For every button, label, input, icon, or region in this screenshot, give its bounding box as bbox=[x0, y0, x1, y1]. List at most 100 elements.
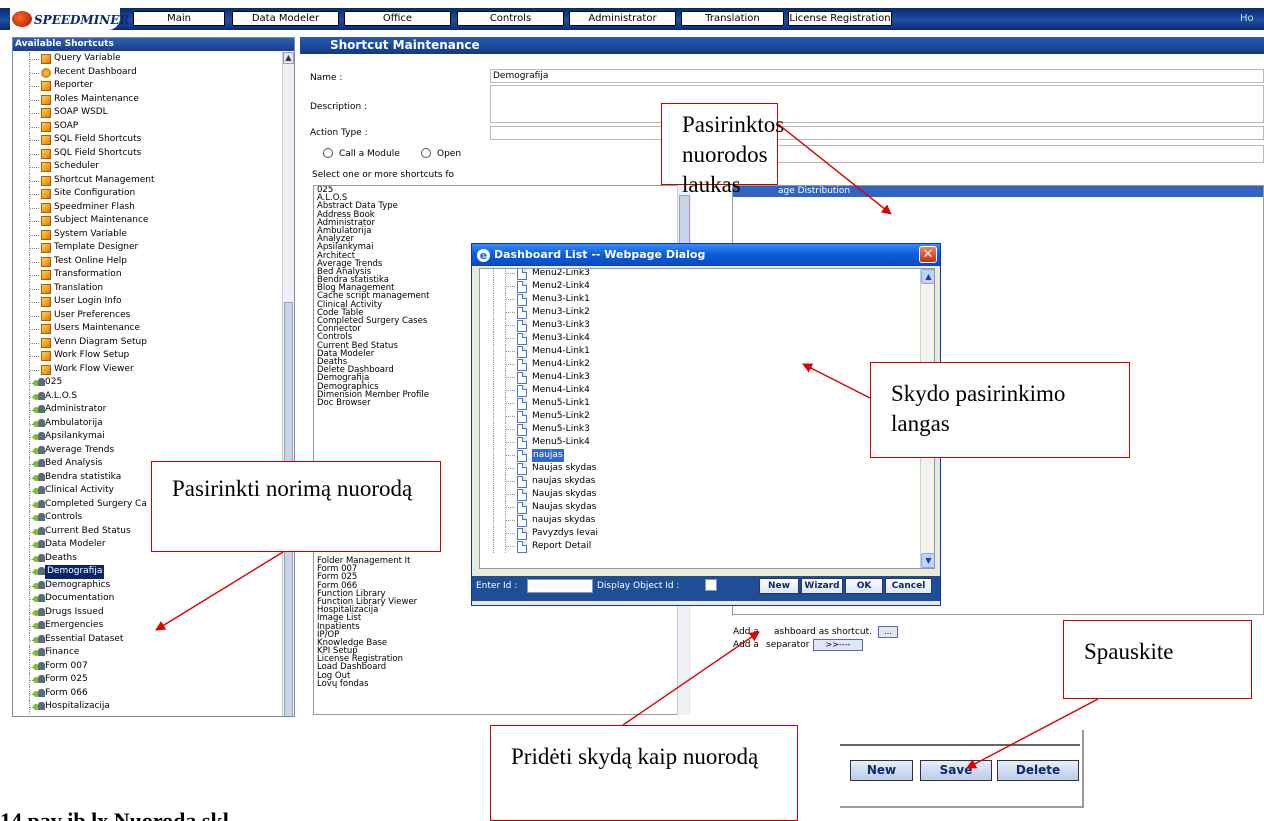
sidebar-item[interactable]: Documentation bbox=[13, 592, 283, 606]
shortcut-tree-scrollbar[interactable]: ▲ bbox=[282, 52, 294, 716]
dashboard-list-item[interactable]: Menu3-Link3 bbox=[480, 319, 918, 332]
sidebar-item[interactable]: User Preferences bbox=[13, 308, 283, 322]
dashboard-list-item[interactable]: naujas bbox=[480, 449, 918, 462]
sidebar-item[interactable]: SQL Field Shortcuts bbox=[13, 146, 283, 160]
sidebar-item[interactable]: 025 bbox=[13, 376, 283, 390]
scroll-up-icon[interactable]: ▲ bbox=[283, 52, 294, 64]
sidebar-item[interactable]: Administrator bbox=[13, 403, 283, 417]
sidebar-item[interactable]: Site Configuration bbox=[13, 187, 283, 201]
sidebar-item[interactable]: Scheduler bbox=[13, 160, 283, 174]
dashboard-list-item[interactable]: naujas skydas bbox=[480, 475, 918, 488]
enter-id-input[interactable] bbox=[527, 579, 593, 593]
dashboard-list-item[interactable]: Menu5-Link2 bbox=[480, 410, 918, 423]
available-shortcut-item[interactable]: Knowledge Base bbox=[314, 639, 690, 648]
dialog-wizard-button[interactable]: Wizard bbox=[801, 578, 843, 594]
description-input[interactable] bbox=[490, 85, 1264, 123]
radio-open[interactable] bbox=[421, 148, 431, 158]
dashboard-list-item[interactable]: Menu3-Link1 bbox=[480, 293, 918, 306]
name-input[interactable]: Demografija bbox=[490, 69, 1264, 83]
dialog-new-button[interactable]: New bbox=[759, 578, 799, 594]
save-button[interactable]: Save bbox=[920, 760, 992, 781]
add-dashboard-button[interactable]: ... bbox=[878, 626, 898, 638]
dashboard-list-item[interactable]: Report Detail bbox=[480, 540, 918, 553]
dashboard-list-item[interactable]: Pavyzdys Ievai bbox=[480, 527, 918, 540]
sidebar-item[interactable]: SOAP bbox=[13, 119, 283, 133]
nav-controls[interactable]: Controls bbox=[457, 11, 564, 26]
sidebar-item[interactable]: Finance bbox=[13, 646, 283, 660]
scroll-down-icon[interactable]: ▼ bbox=[921, 553, 934, 568]
dashboard-list-item[interactable]: Menu4-Link4 bbox=[480, 384, 918, 397]
dashboard-list-item[interactable]: Menu5-Link3 bbox=[480, 423, 918, 436]
sidebar-item[interactable]: Form 066 bbox=[13, 686, 283, 700]
dashboard-list-item[interactable]: Menu5-Link4 bbox=[480, 436, 918, 449]
sidebar-item[interactable]: SQL Field Shortcuts bbox=[13, 133, 283, 147]
action-type-field[interactable] bbox=[490, 126, 1264, 140]
available-shortcut-item[interactable]: Lovų fondas bbox=[314, 679, 690, 688]
sidebar-item[interactable]: Ambulatorija bbox=[13, 416, 283, 430]
dashboard-tree[interactable]: Menu2-Link3 Menu2-Link4 Menu3-Link1 Menu3-L… bbox=[479, 268, 935, 569]
sidebar-item[interactable]: Speedminer Flash bbox=[13, 200, 283, 214]
nav-main[interactable]: Main bbox=[133, 11, 225, 26]
sidebar-item[interactable]: System Variable bbox=[13, 227, 283, 241]
dashboard-list-item[interactable]: naujas skydas bbox=[480, 514, 918, 527]
sidebar-item[interactable]: Query Variable bbox=[13, 52, 283, 66]
new-button[interactable]: New bbox=[850, 760, 913, 781]
sidebar-item[interactable]: Apsilankymai bbox=[13, 430, 283, 444]
dashboard-list-item[interactable]: Menu4-Link3 bbox=[480, 371, 918, 384]
speedminer-logo[interactable]: SPEEDMINER bbox=[10, 8, 129, 30]
dashboard-list-item[interactable]: Menu3-Link2 bbox=[480, 306, 918, 319]
dashboard-list-item[interactable]: Naujas skydas bbox=[480, 501, 918, 514]
sidebar-item[interactable]: Drugs Issued bbox=[13, 605, 283, 619]
dashboard-list-item[interactable]: Menu2-Link3 bbox=[480, 269, 918, 280]
dashboard-list-item[interactable]: Menu4-Link2 bbox=[480, 358, 918, 371]
dashboard-list-item[interactable]: Naujas skydas bbox=[480, 488, 918, 501]
dashboard-list-item[interactable]: Menu3-Link4 bbox=[480, 332, 918, 345]
sidebar-item[interactable]: Form 007 bbox=[13, 659, 283, 673]
available-shortcut-item[interactable]: Load Dashboard bbox=[314, 663, 690, 672]
sidebar-item[interactable]: Users Maintenance bbox=[13, 322, 283, 336]
sidebar-item[interactable]: Work Flow Viewer bbox=[13, 362, 283, 376]
display-object-id-checkbox[interactable] bbox=[705, 579, 717, 591]
nav-overflow-item[interactable]: Ho bbox=[1240, 13, 1254, 24]
sidebar-item[interactable]: Demografija bbox=[13, 565, 283, 579]
selected-shortcut-row[interactable]: age Distribution bbox=[733, 186, 1263, 197]
nav-administrator[interactable]: Administrator bbox=[569, 11, 676, 26]
scroll-up-icon[interactable]: ▲ bbox=[921, 269, 934, 284]
dashboard-list-item[interactable]: Menu4-Link1 bbox=[480, 345, 918, 358]
sidebar-item[interactable]: Translation bbox=[13, 281, 283, 295]
sidebar-item[interactable]: User Login Info bbox=[13, 295, 283, 309]
delete-button[interactable]: Delete bbox=[997, 760, 1079, 781]
sidebar-item[interactable]: Venn Diagram Setup bbox=[13, 335, 283, 349]
dialog-cancel-button[interactable]: Cancel bbox=[885, 578, 932, 594]
available-shortcut-item[interactable]: Log Out bbox=[314, 671, 690, 680]
sidebar-item[interactable]: Subject Maintenance bbox=[13, 214, 283, 228]
dialog-title-bar[interactable]: Dashboard List -- Webpage Dialog bbox=[472, 244, 940, 266]
add-separator-button[interactable]: >>---- bbox=[813, 639, 863, 651]
nav-license-registration[interactable]: License Registration bbox=[788, 11, 892, 26]
sidebar-item[interactable]: Template Designer bbox=[13, 241, 283, 255]
sidebar-item[interactable]: A.L.O.S bbox=[13, 389, 283, 403]
sidebar-item[interactable]: Transformation bbox=[13, 268, 283, 282]
close-icon[interactable]: ✕ bbox=[919, 246, 937, 263]
sidebar-item[interactable]: Work Flow Setup bbox=[13, 349, 283, 363]
sidebar-item[interactable]: Shortcut Management bbox=[13, 173, 283, 187]
sidebar-item[interactable]: Test Online Help bbox=[13, 254, 283, 268]
dashboard-list-item[interactable]: Naujas skydas bbox=[480, 462, 918, 475]
available-shortcut-item[interactable]: Ambulatorija bbox=[314, 227, 690, 236]
sidebar-item[interactable]: Form 025 bbox=[13, 673, 283, 687]
available-shortcut-item[interactable]: Inpatients bbox=[314, 622, 690, 631]
sidebar-item[interactable]: Reporter bbox=[13, 79, 283, 93]
sidebar-item[interactable]: SOAP WSDL bbox=[13, 106, 283, 120]
nav-office[interactable]: Office bbox=[344, 11, 451, 26]
available-shortcut-item[interactable]: Hospitalizacija bbox=[314, 606, 690, 615]
dashboard-list-item[interactable]: Menu5-Link1 bbox=[480, 397, 918, 410]
available-shortcut-item[interactable]: 025 bbox=[314, 186, 690, 194]
action-target-field[interactable] bbox=[705, 145, 1264, 163]
sidebar-item[interactable]: Emergencies bbox=[13, 619, 283, 633]
nav-translation[interactable]: Translation bbox=[681, 11, 784, 26]
sidebar-item[interactable]: Essential Dataset bbox=[13, 632, 283, 646]
dashboard-list-item[interactable]: Menu2-Link4 bbox=[480, 280, 918, 293]
sidebar-item[interactable]: Average Trends bbox=[13, 443, 283, 457]
dialog-ok-button[interactable]: OK bbox=[845, 578, 883, 594]
available-shortcut-item[interactable]: Image List bbox=[314, 614, 690, 623]
